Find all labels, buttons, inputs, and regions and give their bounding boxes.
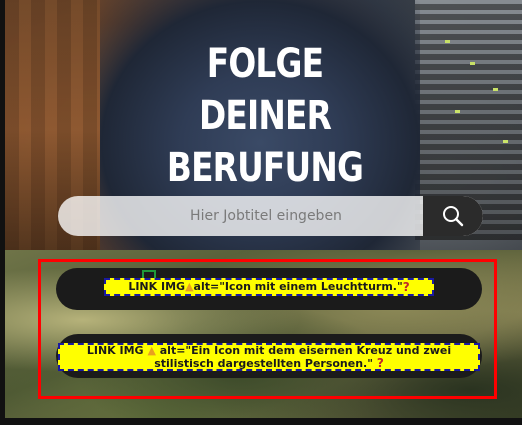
bottom-border: [0, 418, 522, 425]
headline-line-1: FOLGE DEINER: [198, 41, 332, 139]
link-img-label: LINK IMG: [86, 343, 144, 357]
question-mark-icon: ?: [376, 355, 384, 370]
thumbs-up-icon: ▲: [147, 343, 156, 357]
alt-text: alt="Icon mit einem Leuchtturm.": [193, 280, 403, 293]
alt-text-line-2: stilistisch dargestellten Personen.": [154, 356, 373, 370]
lighthouse-link[interactable]: LINK IMG ▲ alt="Icon mit einem Leuchttur…: [56, 268, 482, 310]
search-button[interactable]: [423, 196, 483, 236]
cockpit-light: [503, 140, 508, 143]
cockpit-light: [445, 40, 450, 43]
cockpit-light: [455, 110, 460, 113]
headline-line-2: BERUFUNG: [166, 145, 364, 191]
iron-cross-link[interactable]: LINK IMG ▲ alt="Ein Icon mit dem eiserne…: [56, 334, 482, 378]
job-title-search-input[interactable]: [58, 196, 424, 236]
cockpit-light: [470, 62, 475, 65]
alt-line-1: LINK IMG ▲ alt="Ein Icon mit dem eiserne…: [86, 343, 452, 357]
link-img-label: LINK IMG: [128, 280, 186, 293]
alt-text-line-1: alt="Ein Icon mit dem eisernen Kreuz und…: [159, 343, 452, 357]
image-alt-annotation: LINK IMG ▲ alt="Icon mit einem Leuchttur…: [104, 278, 434, 296]
hero-headline: FOLGE DEINER BERUFUNG: [154, 38, 375, 194]
page: FOLGE DEINER BERUFUNG LINK IMG ▲ alt="Ic…: [0, 0, 522, 425]
thumbs-up-icon: ▲: [185, 280, 194, 293]
alt-line-2: stilistisch dargestellten Personen." ?: [154, 357, 384, 370]
search-icon: [443, 206, 464, 227]
job-search-bar: [58, 196, 483, 236]
image-alt-annotation: LINK IMG ▲ alt="Ein Icon mit dem eiserne…: [58, 343, 480, 371]
question-mark-icon: ?: [402, 280, 410, 294]
cockpit-light: [493, 88, 498, 91]
